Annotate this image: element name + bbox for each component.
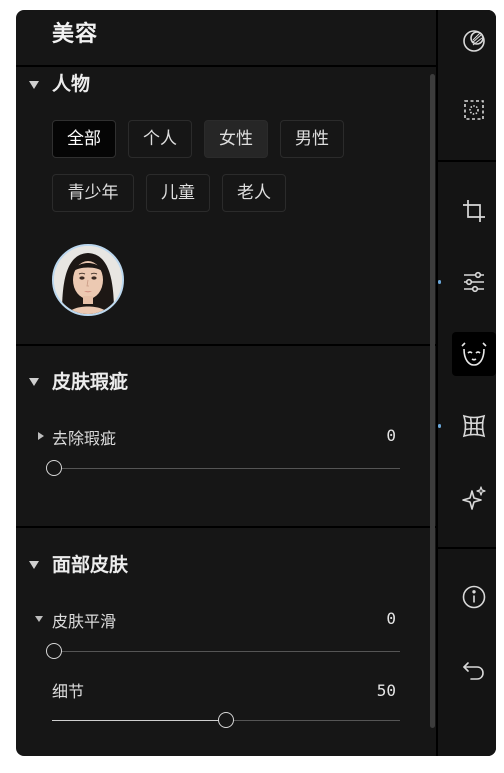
chip-female[interactable]: 女性 (204, 120, 268, 158)
rail-divider (438, 160, 496, 162)
chip-child[interactable]: 儿童 (146, 174, 210, 212)
panel-scrollbar[interactable] (430, 74, 435, 728)
beauty-panel: 美容 人物 全部 个人 女性 男性 青少年 儿童 老人 皮肤瑕疵 去除瑕疵 0 … (16, 10, 496, 756)
chip-all[interactable]: 全部 (52, 120, 116, 158)
person-avatar[interactable] (52, 244, 124, 316)
remove-blemish-slider[interactable] (46, 460, 400, 476)
sparkle-icon[interactable] (452, 476, 496, 520)
slider-fill (52, 720, 226, 721)
skin-smooth-label: 皮肤平滑 (52, 612, 117, 631)
chip-male[interactable]: 男性 (280, 120, 344, 158)
section-divider (16, 344, 436, 346)
collapse-face-skin-icon[interactable] (29, 561, 39, 569)
warp-indicator-dot (438, 424, 441, 428)
slider-thumb[interactable] (46, 643, 62, 659)
face-beauty-icon[interactable] (452, 332, 496, 376)
rail-divider (438, 547, 496, 549)
section-divider (16, 526, 436, 528)
slider-thumb[interactable] (218, 712, 234, 728)
selection-icon[interactable] (452, 88, 496, 132)
chip-teen[interactable]: 青少年 (52, 174, 134, 212)
color-circles-icon[interactable] (452, 19, 496, 63)
remove-blemish-label: 去除瑕疵 (52, 429, 117, 448)
detail-slider[interactable] (52, 712, 400, 728)
detail-label: 细节 (52, 682, 85, 701)
chip-elder[interactable]: 老人 (222, 174, 286, 212)
collapse-blemish-icon[interactable] (29, 378, 39, 386)
undo-icon[interactable] (452, 648, 496, 692)
adjust-indicator-dot (438, 280, 441, 284)
tool-rail (436, 10, 496, 756)
slider-thumb[interactable] (46, 460, 62, 476)
adjust-sliders-icon[interactable] (452, 260, 496, 304)
beauty-main: 美容 人物 全部 个人 女性 男性 青少年 儿童 老人 皮肤瑕疵 去除瑕疵 0 … (16, 10, 436, 756)
collapse-people-icon[interactable] (29, 81, 39, 89)
info-icon[interactable] (452, 575, 496, 619)
chip-individual[interactable]: 个人 (128, 120, 192, 158)
section-title-face-skin[interactable]: 面部皮肤 (52, 550, 128, 577)
section-title-people[interactable]: 人物 (52, 69, 90, 96)
expand-remove-blemish-icon[interactable] (38, 432, 44, 440)
remove-blemish-value[interactable]: 0 (386, 426, 396, 445)
detail-value[interactable]: 50 (377, 681, 396, 700)
warp-grid-icon[interactable] (452, 404, 496, 448)
skin-smooth-slider[interactable] (46, 643, 400, 659)
header-divider (16, 65, 436, 67)
collapse-skin-smooth-icon[interactable] (35, 616, 43, 622)
skin-smooth-value[interactable]: 0 (386, 609, 396, 628)
crop-icon[interactable] (452, 189, 496, 233)
section-title-blemish[interactable]: 皮肤瑕疵 (52, 367, 128, 394)
panel-title: 美容 (52, 22, 99, 47)
